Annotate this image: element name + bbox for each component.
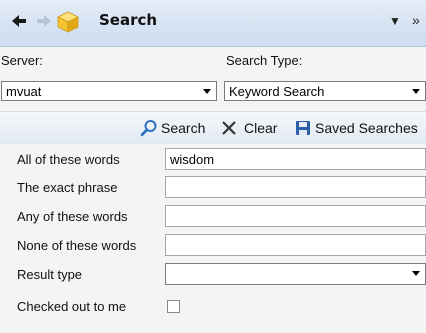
clear-x-icon bbox=[220, 119, 238, 140]
floppy-disk-icon bbox=[295, 120, 311, 139]
result-type-row: Result type bbox=[0, 263, 426, 289]
server-select[interactable]: mvuat bbox=[1, 81, 217, 101]
checked-out-checkbox[interactable] bbox=[167, 300, 180, 313]
chevron-down-icon bbox=[412, 89, 420, 94]
search-criteria-form: All of these words The exact phrase Any … bbox=[0, 144, 426, 333]
any-words-label: Any of these words bbox=[17, 209, 128, 224]
search-type-select[interactable]: Keyword Search bbox=[224, 81, 426, 101]
overflow-chevron-icon[interactable]: » bbox=[412, 12, 420, 28]
search-type-label: Search Type: bbox=[226, 53, 303, 68]
exact-phrase-label: The exact phrase bbox=[17, 180, 118, 195]
none-words-row: None of these words bbox=[0, 234, 426, 260]
all-words-label: All of these words bbox=[17, 152, 120, 167]
search-button[interactable]: Search bbox=[140, 112, 210, 144]
search-panel: Search ▼ » Server: Search Type: mvuat Ke… bbox=[0, 0, 426, 333]
magnifier-icon bbox=[140, 119, 158, 140]
checked-out-row: Checked out to me bbox=[0, 297, 426, 323]
none-words-input[interactable] bbox=[165, 234, 426, 256]
exact-phrase-input[interactable] bbox=[165, 176, 426, 198]
search-toolbar: Search Clear Saved Searches bbox=[0, 111, 426, 145]
all-words-input[interactable] bbox=[165, 148, 426, 170]
server-label: Server: bbox=[1, 53, 43, 68]
any-words-input[interactable] bbox=[165, 205, 426, 227]
any-words-row: Any of these words bbox=[0, 205, 426, 231]
search-button-label: Search bbox=[161, 120, 206, 136]
none-words-label: None of these words bbox=[17, 238, 137, 253]
back-arrow-icon[interactable] bbox=[10, 10, 30, 32]
result-type-select[interactable] bbox=[165, 263, 426, 285]
clear-button-label: Clear bbox=[244, 120, 278, 136]
chevron-down-icon bbox=[203, 89, 211, 94]
saved-searches-label: Saved Searches bbox=[315, 120, 418, 136]
dropdown-icon[interactable]: ▼ bbox=[389, 14, 401, 28]
title-bar: Search ▼ » bbox=[0, 0, 426, 47]
chevron-down-icon bbox=[412, 271, 420, 276]
checked-out-label: Checked out to me bbox=[17, 299, 127, 314]
panel-title: Search bbox=[99, 11, 158, 29]
all-words-row: All of these words bbox=[0, 148, 426, 174]
search-type-select-value: Keyword Search bbox=[229, 84, 325, 99]
result-type-label: Result type bbox=[17, 267, 83, 282]
clear-button[interactable]: Clear bbox=[220, 112, 286, 144]
server-select-value: mvuat bbox=[6, 84, 42, 99]
forward-arrow-icon[interactable] bbox=[33, 10, 53, 32]
search-cube-icon bbox=[56, 10, 80, 34]
saved-searches-button[interactable]: Saved Searches bbox=[295, 112, 426, 144]
exact-phrase-row: The exact phrase bbox=[0, 176, 426, 202]
